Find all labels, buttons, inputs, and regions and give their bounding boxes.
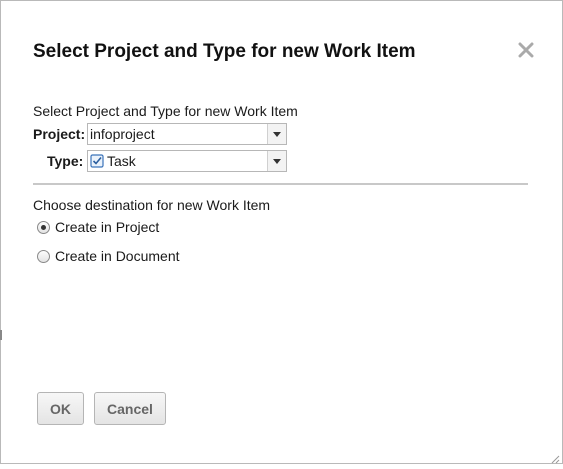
work-item-dialog: Select Project and Type for new Work Ite… — [0, 0, 563, 464]
radio-label[interactable]: Create in Document — [55, 248, 180, 264]
ok-button[interactable]: OK — [37, 392, 84, 425]
destination-label: Choose destination for new Work Item — [33, 197, 271, 213]
cancel-button[interactable]: Cancel — [94, 392, 166, 425]
resize-handle-icon[interactable] — [550, 451, 560, 464]
type-label: Type: — [47, 153, 84, 169]
section-divider — [33, 183, 528, 185]
radio-button[interactable] — [37, 249, 50, 263]
type-value-wrapper: Task — [90, 153, 136, 171]
edge-mark — [0, 330, 2, 340]
radio-create-in-document[interactable]: Create in Document — [37, 247, 180, 265]
radio-create-in-project[interactable]: Create in Project — [37, 218, 159, 236]
project-label: Project: — [33, 126, 86, 142]
radio-label[interactable]: Create in Project — [55, 219, 159, 235]
triangle-down-icon[interactable] — [267, 124, 286, 144]
project-select[interactable]: infoproject — [87, 123, 287, 145]
type-select[interactable]: Task — [87, 150, 287, 172]
triangle-down-icon[interactable] — [267, 151, 286, 171]
project-value: infoproject — [90, 126, 155, 142]
close-icon[interactable] — [515, 39, 537, 61]
radio-button-checked[interactable] — [37, 220, 50, 234]
dialog-title: Select Project and Type for new Work Ite… — [33, 41, 416, 62]
form-subtitle: Select Project and Type for new Work Ite… — [33, 103, 298, 119]
task-checkbox-icon — [90, 154, 104, 171]
type-value: Task — [107, 153, 136, 169]
